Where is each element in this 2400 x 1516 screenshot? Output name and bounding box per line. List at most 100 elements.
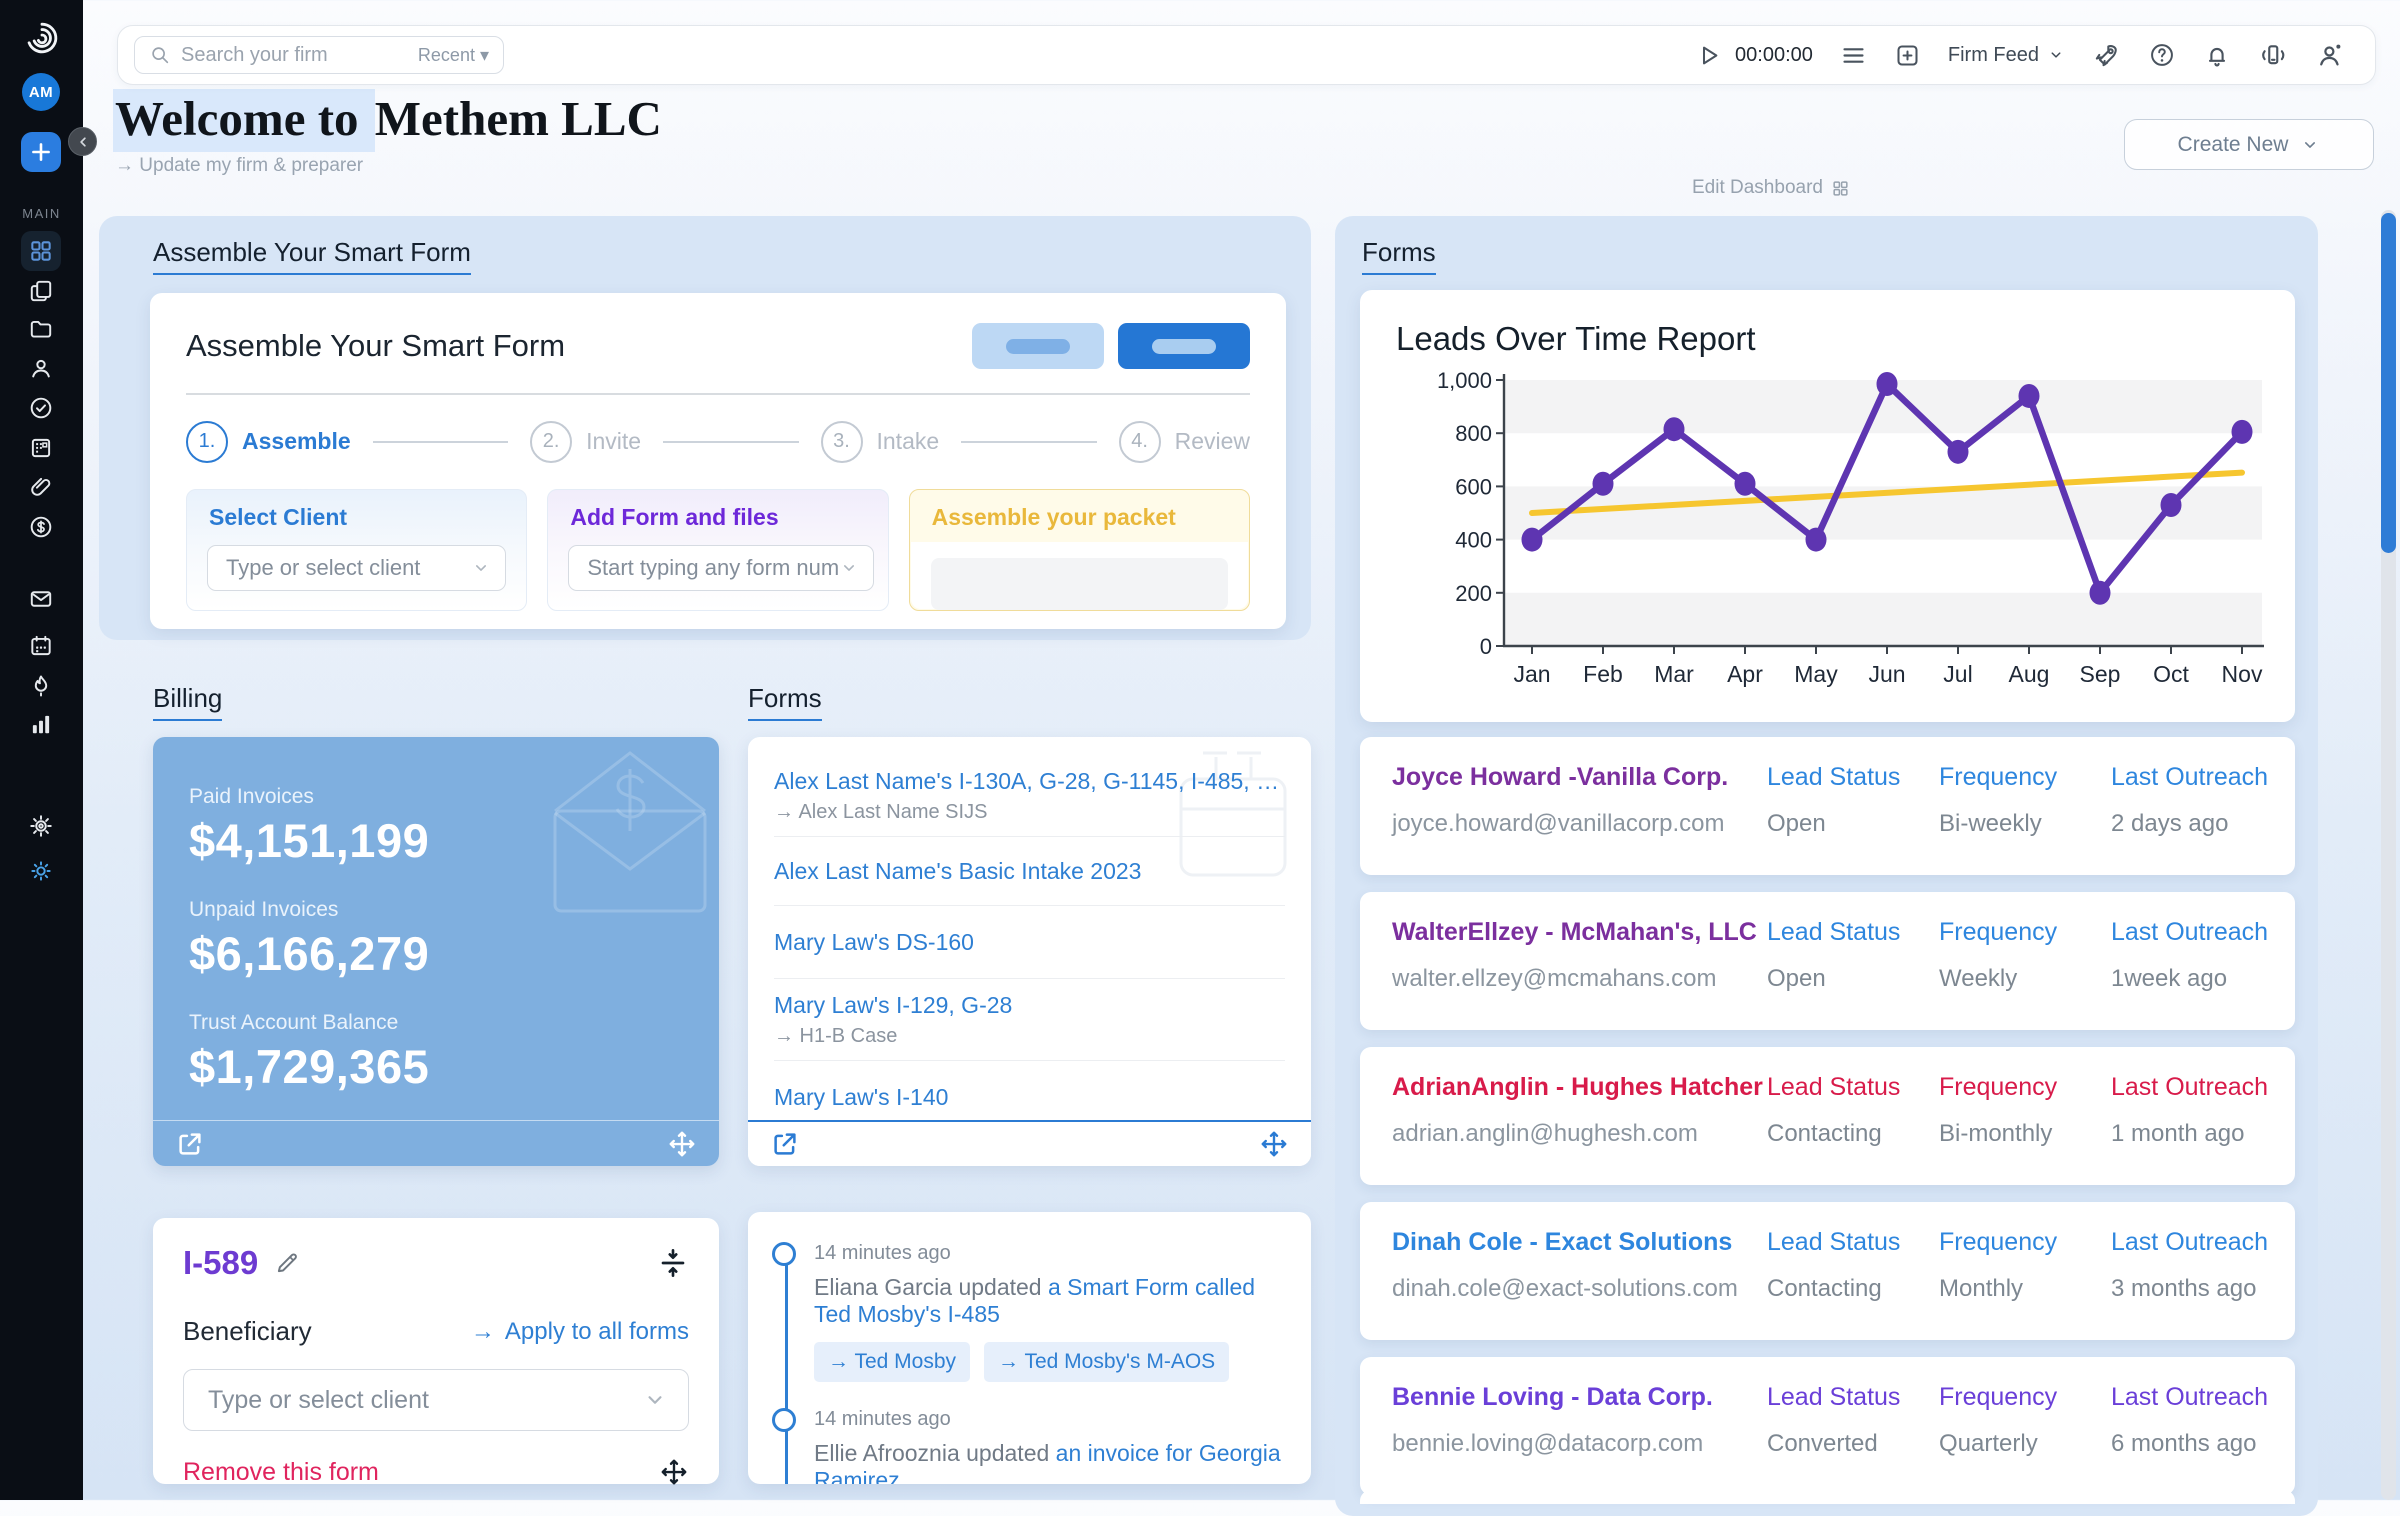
move-widget-icon[interactable] — [659, 1457, 689, 1487]
form-list-item[interactable]: Mary Law's DS-160 — [774, 906, 1285, 979]
edit-dashboard-grid-icon — [1831, 179, 1850, 198]
phone-support-icon[interactable] — [2258, 40, 2288, 70]
firm-feed-dropdown[interactable]: Firm Feed — [1948, 44, 2065, 67]
lead-card[interactable]: Dinah Cole - Exact Solutions dinah.cole@… — [1360, 1202, 2295, 1340]
lead-card-partial — [1360, 1490, 2295, 1504]
lead-name[interactable]: Bennie Loving - Data Corp. — [1392, 1383, 1767, 1412]
search-box[interactable]: Recent ▾ — [134, 36, 504, 74]
smart-form-primary-button[interactable] — [1118, 323, 1250, 369]
sidebar-item-documents[interactable] — [21, 467, 61, 507]
search-recent-filter[interactable]: Recent ▾ — [418, 45, 489, 66]
beneficiary-label: Beneficiary — [183, 1316, 312, 1347]
sidebar-item-settings[interactable] — [21, 806, 61, 846]
add-form-card: Add Form and files Start typing any form… — [547, 489, 888, 611]
timer-play-icon[interactable] — [1695, 42, 1722, 69]
sidebar-section-label: MAIN — [0, 206, 83, 221]
svg-text:0: 0 — [1480, 634, 1492, 659]
lead-email: dinah.cole@exact-solutions.com — [1392, 1275, 1767, 1303]
sidebar-item-billing[interactable] — [21, 507, 61, 547]
lead-status-value: Contacting — [1767, 1120, 1939, 1148]
lead-name[interactable]: Joyce Howard -Vanilla Corp. — [1392, 763, 1767, 792]
activity-item: 14 minutes ago Eliana Garcia updated a S… — [814, 1242, 1281, 1382]
step-assemble[interactable]: 1.Assemble — [186, 421, 373, 463]
sidebar-item-contacts[interactable] — [21, 348, 61, 388]
billing-stat-value: $1,729,365 — [189, 1039, 719, 1094]
move-widget-icon[interactable] — [1259, 1129, 1289, 1159]
form-number-select[interactable]: Start typing any form number — [568, 545, 874, 591]
lead-name[interactable]: Dinah Cole - Exact Solutions — [1392, 1228, 1767, 1257]
lead-card[interactable]: AdrianAnglin - Hughes Hatcher adrian.ang… — [1360, 1047, 2295, 1185]
lead-status-value: Converted — [1767, 1430, 1939, 1458]
smart-form-section-title: Assemble Your Smart Form — [153, 237, 471, 275]
lead-email: joyce.howard@vanillacorp.com — [1392, 810, 1767, 838]
sidebar-item-theme[interactable] — [21, 851, 61, 891]
quick-add-button[interactable] — [21, 132, 61, 172]
scrollbar-track[interactable] — [2381, 210, 2396, 1500]
lead-outreach-header: Last Outreach — [2111, 1073, 2283, 1102]
lead-card[interactable]: Joyce Howard -Vanilla Corp. joyce.howard… — [1360, 737, 2295, 875]
lead-outreach-value: 1 month ago — [2111, 1120, 2283, 1148]
sidebar-item-pages[interactable] — [21, 271, 61, 311]
collapse-form-icon[interactable] — [657, 1247, 689, 1279]
contacts-person-icon — [28, 355, 54, 381]
beneficiary-select[interactable]: Type or select client — [183, 1369, 689, 1431]
help-icon[interactable] — [2148, 41, 2176, 69]
account-person-icon[interactable] — [2315, 40, 2345, 70]
app-logo-icon[interactable] — [24, 20, 60, 56]
svg-text:May: May — [1794, 661, 1838, 687]
related-record-chip[interactable]: → Ted Mosby — [814, 1342, 970, 1382]
form-list-item[interactable]: Alex Last Name's I-130A, G-28, G-1145, I… — [774, 755, 1285, 837]
update-firm-link[interactable]: → Update my firm & preparer — [115, 155, 363, 177]
lead-outreach-value: 6 months ago — [2111, 1430, 2283, 1458]
create-new-button[interactable]: Create New — [2124, 119, 2374, 170]
packet-placeholder — [931, 558, 1228, 610]
smart-form-secondary-button[interactable] — [972, 323, 1104, 369]
timeline-dot — [772, 1242, 796, 1266]
client-select[interactable]: Type or select client — [207, 545, 506, 591]
form-list-item[interactable]: Mary Law's I-129, G-28 → H1-B Case — [774, 979, 1285, 1061]
sidebar-item-calendar[interactable] — [21, 626, 61, 666]
notifications-bell-icon[interactable] — [2203, 41, 2231, 69]
svg-text:Mar: Mar — [1654, 661, 1694, 687]
add-entry-icon[interactable] — [1894, 42, 1921, 69]
sidebar-item-reports[interactable] — [21, 704, 61, 744]
sidebar-item-matters[interactable] — [21, 309, 61, 349]
apply-to-all-forms-link[interactable]: →Apply to all forms — [471, 1318, 689, 1346]
form-list-item[interactable]: Alex Last Name's Basic Intake 2023 — [774, 837, 1285, 906]
lead-name[interactable]: WalterEllzey - McMahan's, LLC — [1392, 918, 1767, 947]
lead-card[interactable]: Bennie Loving - Data Corp. bennie.loving… — [1360, 1357, 2295, 1495]
lead-outreach-header: Last Outreach — [2111, 763, 2283, 792]
task-list-icon[interactable] — [1840, 42, 1867, 69]
lead-frequency-value: Quarterly — [1939, 1430, 2111, 1458]
edit-pencil-icon[interactable] — [274, 1250, 300, 1276]
open-forms-external-link-icon[interactable] — [770, 1129, 800, 1159]
scrollbar-thumb[interactable] — [2381, 213, 2396, 553]
sidebar-item-leads[interactable] — [21, 666, 61, 706]
edit-dashboard-button[interactable]: Edit Dashboard — [1692, 177, 1850, 199]
remove-form-link[interactable]: Remove this form — [183, 1458, 379, 1487]
svg-text:Feb: Feb — [1583, 661, 1623, 687]
timer-value: 00:00:00 — [1735, 44, 1813, 67]
leads-line-chart: 02004006008001,000 JanFebMarAprMayJunJul… — [1392, 366, 2272, 706]
step-review[interactable]: 4.Review — [1119, 421, 1250, 463]
sidebar-item-smart-forms[interactable] — [21, 428, 61, 468]
avatar[interactable]: AM — [22, 73, 60, 111]
chart-title: Leads Over Time Report — [1396, 320, 2273, 358]
sidebar-item-email[interactable] — [21, 579, 61, 619]
chevron-left-icon — [74, 133, 92, 151]
sidebar-collapse-button[interactable] — [68, 127, 97, 156]
search-input[interactable] — [181, 44, 418, 67]
lead-name[interactable]: AdrianAnglin - Hughes Hatcher — [1392, 1073, 1767, 1102]
open-billing-external-link-icon[interactable] — [175, 1129, 205, 1159]
step-intake[interactable]: 3.Intake — [821, 421, 962, 463]
svg-text:1,000: 1,000 — [1437, 368, 1492, 393]
related-record-chip[interactable]: → Ted Mosby's M-AOS — [984, 1342, 1229, 1382]
move-widget-icon[interactable] — [667, 1129, 697, 1159]
lead-frequency-value: Monthly — [1939, 1275, 2111, 1303]
step-invite[interactable]: 2.Invite — [530, 421, 663, 463]
lead-status-header: Lead Status — [1767, 1228, 1939, 1257]
lead-card[interactable]: WalterEllzey - McMahan's, LLC walter.ell… — [1360, 892, 2295, 1030]
rocket-icon[interactable] — [2092, 41, 2121, 70]
sidebar-item-tasks[interactable] — [21, 388, 61, 428]
sidebar-item-dashboard[interactable] — [21, 231, 61, 271]
